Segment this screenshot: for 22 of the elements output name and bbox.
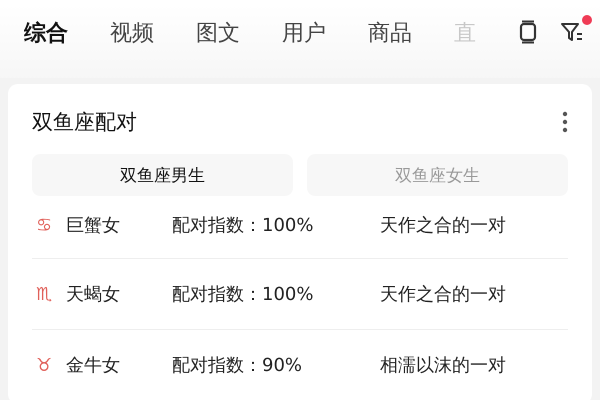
tab[interactable]: 用户: [282, 20, 326, 48]
match-description: 天作之合的一对: [380, 214, 506, 237]
tab[interactable]: 商品: [368, 20, 412, 48]
more-icon[interactable]: [562, 111, 568, 133]
zodiac-icon: ♋: [32, 214, 66, 236]
match-score: 配对指数：100%: [172, 214, 314, 237]
tab[interactable]: 图文: [196, 20, 240, 48]
segment-tab[interactable]: 双鱼座男生: [32, 154, 293, 196]
match-score: 配对指数：90%: [172, 354, 304, 377]
tab[interactable]: 视频: [110, 20, 154, 48]
match-score: 配对指数：100%: [172, 283, 314, 306]
tablet-icon[interactable]: [518, 20, 538, 44]
zodiac-icon: ♏: [32, 284, 66, 304]
match-description: 天作之合的一对: [380, 283, 506, 306]
sign-name: 天蝎女: [66, 283, 121, 306]
match-description: 相濡以沫的一对: [380, 354, 506, 377]
sign-name: 金牛女: [66, 354, 121, 377]
tab[interactable]: 综合: [24, 20, 68, 48]
card-title: 双鱼座配对: [32, 109, 137, 136]
sign-name: 巨蟹女: [66, 214, 121, 237]
zodiac-icon: ♉: [32, 354, 66, 376]
filter-icon[interactable]: [560, 21, 584, 43]
